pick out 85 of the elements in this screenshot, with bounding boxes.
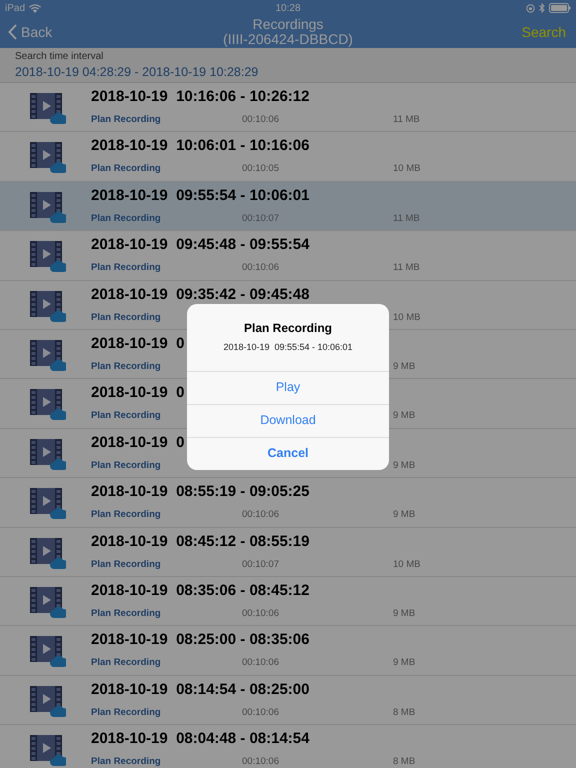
video-cloud-icon bbox=[30, 387, 66, 422]
recording-time-range: 2018-10-19 08:45:12 - 08:55:19 bbox=[91, 532, 310, 551]
recording-size: 10 MB bbox=[393, 163, 420, 174]
dialog-action-button[interactable]: Download bbox=[187, 404, 389, 436]
video-cloud-icon bbox=[30, 288, 66, 323]
dialog-title: Plan Recording bbox=[244, 320, 332, 337]
battery-icon bbox=[549, 3, 571, 13]
nav-subtitle: (IIII-206424-DBBCD) bbox=[223, 32, 353, 47]
recording-duration: 00:10:06 bbox=[242, 657, 279, 668]
video-cloud-icon bbox=[30, 239, 66, 274]
device-name: iPad bbox=[5, 2, 26, 16]
recording-size: 10 MB bbox=[393, 312, 420, 323]
bluetooth-icon bbox=[539, 3, 545, 13]
dialog-action-button[interactable]: Play bbox=[187, 370, 389, 404]
recording-type: Plan Recording bbox=[91, 706, 162, 718]
recording-size: 9 MB bbox=[393, 509, 416, 520]
recording-type: Plan Recording bbox=[91, 312, 162, 323]
video-cloud-icon bbox=[30, 140, 66, 174]
recording-time-range: 2018-10-19 08:35:06 - 08:45:12 bbox=[91, 582, 310, 600]
recording-type: Plan Recording bbox=[91, 410, 162, 422]
recording-row[interactable]: 2018-10-19 09:55:54 - 10:06:01 Plan Recording 00:10:07 11 MB bbox=[0, 182, 576, 232]
recording-type: Plan Recording bbox=[91, 360, 162, 372]
recording-type: Plan Recording bbox=[91, 163, 162, 174]
recording-size: 11 MB bbox=[393, 114, 420, 125]
video-cloud-icon bbox=[30, 91, 66, 125]
recording-time-range: 2018-10-19 08:55:19 - 09:05:25 bbox=[91, 483, 310, 502]
interval-value: 2018-10-19 04:28:29 - 2018-10-19 10:28:29 bbox=[15, 65, 258, 80]
recording-duration: 00:10:06 bbox=[242, 262, 279, 274]
recording-time-range: 2018-10-19 10:06:01 - 10:16:06 bbox=[91, 137, 310, 156]
recording-row[interactable]: 2018-10-19 08:14:54 - 08:25:00 Plan Recording 00:10:06 8 MB bbox=[0, 676, 576, 726]
video-cloud-icon bbox=[30, 486, 66, 520]
video-cloud-icon bbox=[30, 584, 66, 619]
recording-type: Plan Recording bbox=[91, 657, 162, 668]
recording-time-range: 2018-10-19 0 bbox=[91, 334, 184, 353]
recording-duration: 00:10:06 bbox=[242, 114, 279, 125]
recording-row[interactable]: 2018-10-19 08:45:12 - 08:55:19 Plan Recording 00:10:07 10 MB bbox=[0, 528, 576, 577]
recording-duration: 00:10:05 bbox=[242, 163, 279, 174]
video-cloud-icon bbox=[30, 190, 66, 224]
orientation-lock-icon bbox=[526, 4, 535, 12]
recording-size: 11 MB bbox=[393, 212, 420, 224]
video-cloud-icon bbox=[30, 684, 66, 718]
recording-duration: 00:10:06 bbox=[242, 608, 279, 619]
clock: 10:28 bbox=[275, 2, 301, 16]
recording-type: Plan Recording bbox=[91, 558, 162, 570]
chevron-left-icon bbox=[8, 24, 17, 40]
recording-type: Plan Recording bbox=[91, 114, 162, 125]
recording-size: 8 MB bbox=[393, 706, 416, 718]
recording-type: Plan Recording bbox=[91, 460, 162, 471]
recording-type: Plan Recording bbox=[91, 608, 162, 619]
video-cloud-icon bbox=[30, 338, 66, 372]
recording-time-range: 2018-10-19 10:16:06 - 10:26:12 bbox=[91, 88, 310, 106]
recording-size: 9 MB bbox=[393, 460, 416, 471]
dialog-action-button[interactable]: Cancel bbox=[187, 436, 389, 470]
interval-label: Search time interval bbox=[15, 51, 104, 63]
video-cloud-icon bbox=[30, 536, 66, 570]
recording-time-range: 2018-10-19 08:14:54 - 08:25:00 bbox=[91, 680, 310, 699]
recording-time-range: 2018-10-19 08:25:00 - 08:35:06 bbox=[91, 631, 310, 650]
recording-time-range: 2018-10-19 0 bbox=[91, 434, 184, 452]
recording-time-range: 2018-10-19 09:45:48 - 09:55:54 bbox=[91, 236, 310, 254]
recording-type: Plan Recording bbox=[91, 212, 162, 224]
video-cloud-icon bbox=[30, 436, 66, 471]
recording-time-range: 2018-10-19 0 bbox=[91, 384, 184, 402]
wifi-icon bbox=[29, 4, 42, 12]
recording-size: 9 MB bbox=[393, 657, 416, 668]
recording-duration: 00:10:06 bbox=[242, 706, 279, 718]
recording-size: 9 MB bbox=[393, 608, 416, 619]
recording-duration: 00:10:07 bbox=[242, 212, 279, 224]
recording-duration: 00:10:06 bbox=[242, 756, 279, 768]
recording-type: Plan Recording bbox=[91, 756, 162, 768]
recording-duration: 00:10:07 bbox=[242, 558, 279, 570]
video-cloud-icon bbox=[30, 733, 66, 768]
video-cloud-icon bbox=[30, 634, 66, 668]
dialog-subtitle: 2018-10-19 09:55:54 - 10:06:01 bbox=[223, 341, 353, 354]
recording-size: 9 MB bbox=[393, 360, 416, 372]
recording-size: 9 MB bbox=[393, 410, 416, 422]
recording-time-range: 2018-10-19 08:04:48 - 08:14:54 bbox=[91, 730, 310, 748]
recording-type: Plan Recording bbox=[91, 262, 162, 274]
recording-size: 8 MB bbox=[393, 756, 416, 768]
nav-title: Recordings bbox=[252, 17, 324, 32]
recording-size: 10 MB bbox=[393, 558, 420, 570]
recording-time-range: 2018-10-19 09:35:42 - 09:45:48 bbox=[91, 286, 310, 304]
recording-time-range: 2018-10-19 09:55:54 - 10:06:01 bbox=[91, 186, 310, 205]
recording-type: Plan Recording bbox=[91, 509, 162, 520]
recording-size: 11 MB bbox=[393, 262, 420, 274]
recording-duration: 00:10:06 bbox=[242, 509, 279, 520]
